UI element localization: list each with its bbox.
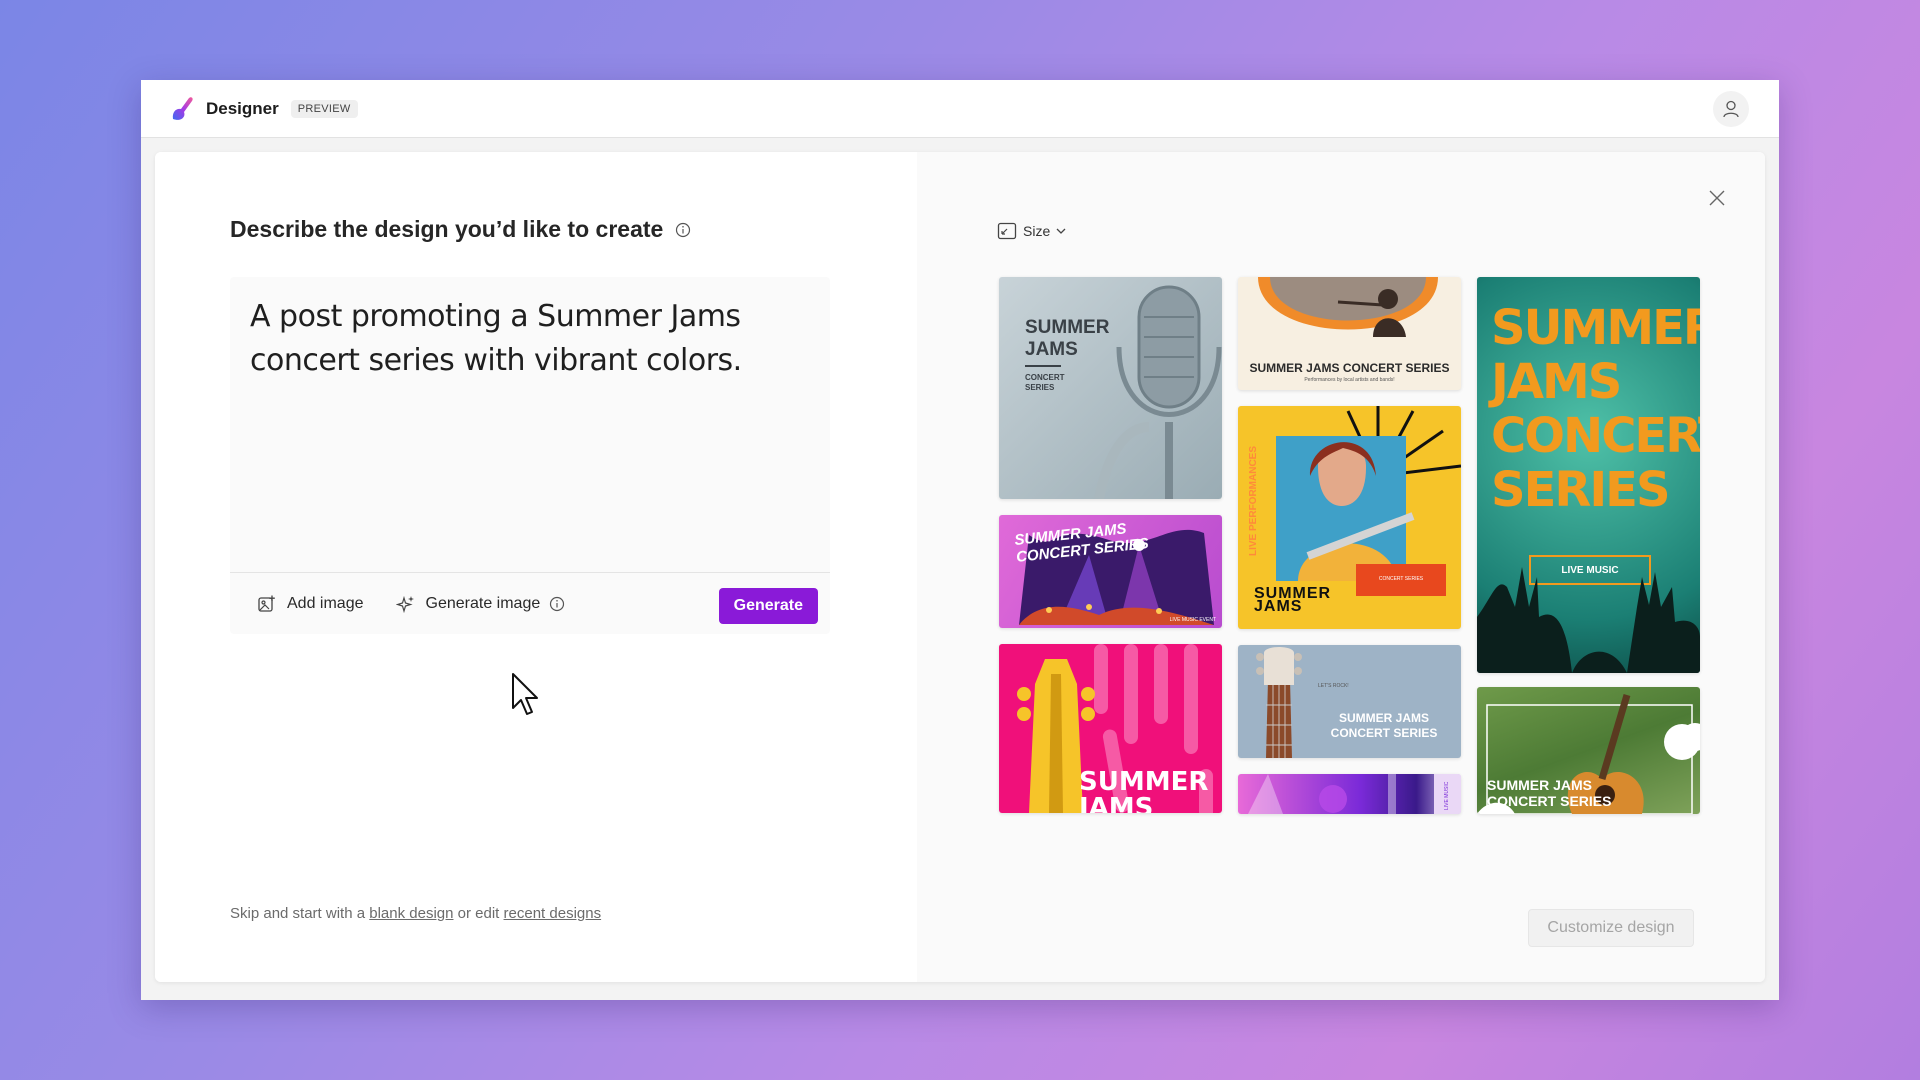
composer-heading: Describe the design you’d like to create — [230, 216, 691, 243]
prompt-toolbar: Add image Generate image Generate — [230, 573, 830, 634]
customize-design-button[interactable]: Customize design — [1528, 909, 1694, 947]
design-side-text: LIVE MUSIC — [1444, 781, 1450, 810]
blank-design-link[interactable]: blank design — [369, 905, 453, 922]
app-name: Designer — [206, 98, 279, 118]
design-subtitle: Performances by local artists and bands! — [1304, 377, 1395, 383]
brand[interactable]: Designer PREVIEW — [169, 95, 358, 123]
design-title-line: SUMMER — [1025, 317, 1110, 338]
resize-icon — [997, 222, 1017, 240]
design-subtitle: CONCERT SERIES — [1378, 576, 1424, 582]
design-thumbnail[interactable]: SUMMER JAMS CONCERT SERIES LIVE MUSIC EV… — [999, 515, 1222, 628]
top-bar: Designer PREVIEW — [141, 80, 1779, 138]
designer-window: Designer PREVIEW Describe the design you… — [141, 80, 1779, 1000]
size-label: Size — [1023, 223, 1051, 239]
add-image-icon — [258, 595, 275, 612]
heading-text: Describe the design you’d like to create — [230, 216, 664, 242]
design-side-text: LIVE PERFORMANCES — [1248, 445, 1259, 556]
design-title-line: SUMMER — [1079, 767, 1209, 797]
recent-designs-link[interactable]: recent designs — [504, 905, 602, 922]
person-icon — [1723, 100, 1739, 118]
design-title-line: JAMS — [1025, 339, 1078, 360]
skip-middle: or edit — [457, 905, 500, 922]
chevron-down-icon — [1056, 228, 1066, 234]
preview-badge: PREVIEW — [290, 99, 358, 118]
design-title: SUMMER JAMS CONCERT SERIES — [1249, 361, 1450, 375]
design-title-line: SUMMER JAMS — [1487, 777, 1593, 793]
mouse-cursor-icon — [512, 673, 538, 715]
composer-pane: Describe the design you’d like to create… — [155, 152, 917, 982]
skip-prefix: Skip and start with a — [230, 905, 366, 922]
design-title-line: CONCERT SERIES — [1487, 793, 1612, 809]
prompt-text[interactable]: A post promoting a Summer Jams concert s… — [250, 295, 810, 383]
design-title-line: CONCERT SERIES — [1330, 726, 1438, 740]
neon-lights-image — [1248, 774, 1461, 814]
acoustic-guitar-neck-image — [1256, 647, 1302, 758]
account-button[interactable] — [1713, 91, 1749, 127]
generate-button[interactable]: Generate — [718, 588, 818, 624]
add-image-button[interactable]: Add image — [257, 594, 364, 614]
design-subtitle: LIVE MUSIC EVENT — [1169, 617, 1216, 623]
design-thumbnail[interactable]: SUMMER JAMS CONCERT SERIES LIVE MUSIC — [1477, 277, 1700, 673]
skip-line: Skip and start with a blank design or ed… — [230, 905, 601, 922]
close-icon[interactable] — [1707, 188, 1727, 208]
design-title-line: JAMS — [1079, 793, 1154, 813]
design-thumbnail[interactable]: SUMMER JAMS CONCERT SERIES — [999, 277, 1222, 499]
preview-pane: Size SUMMER JAMS CONCERT SERIES SUMMER J… — [917, 152, 1765, 982]
crowd-hands-image — [1477, 567, 1700, 673]
design-thumbnail[interactable]: SUMMER JAMS — [999, 644, 1222, 813]
designer-logo-icon — [172, 96, 193, 120]
create-dialog: Describe the design you’d like to create… — [155, 152, 1765, 982]
design-thumbnail[interactable]: LET'S ROCK! SUMMER JAMS CONCERT SERIES — [1238, 645, 1461, 758]
add-image-label: Add image — [287, 594, 364, 612]
design-thumbnail[interactable]: LIVE PERFORMANCES CONCERT SERIES SUMMER … — [1238, 406, 1461, 629]
sparkle-icon — [395, 595, 414, 613]
size-dropdown[interactable]: Size — [997, 222, 1072, 240]
design-thumbnail[interactable]: SUMMER JAMS CONCERT SERIES Performances … — [1238, 277, 1461, 390]
info-icon[interactable] — [549, 596, 565, 612]
design-title-line: SUMMER JAMS — [1338, 711, 1429, 725]
design-subtitle: CONCERT SERIES — [1025, 373, 1065, 392]
design-thumbnail[interactable]: SUMMER JAMS CONCERT SERIES — [1477, 687, 1700, 814]
design-thumbnail[interactable]: LIVE MUSIC — [1238, 774, 1461, 814]
generate-image-label: Generate image — [425, 594, 541, 612]
generate-image-button[interactable]: Generate image — [395, 594, 566, 614]
info-icon[interactable] — [675, 222, 691, 238]
design-subtitle: LET'S ROCK! — [1318, 683, 1349, 689]
prompt-textarea[interactable]: A post promoting a Summer Jams concert s… — [230, 277, 830, 634]
